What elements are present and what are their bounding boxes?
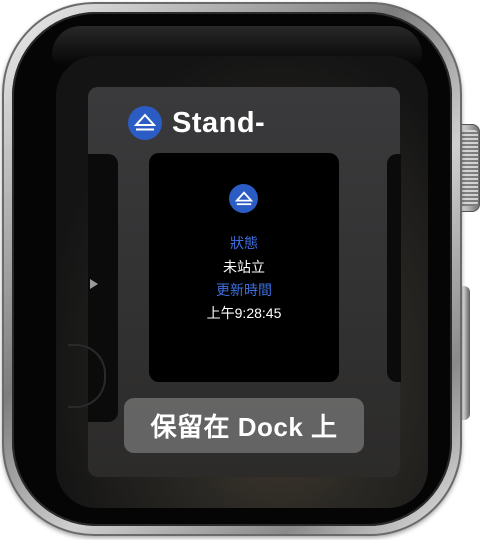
- watch-case: Stand- 狀態 未站立 更新時間 上午9:28:45 保留在 Dock 上: [2, 2, 462, 536]
- keep-in-dock-button[interactable]: 保留在 Dock 上: [124, 398, 364, 453]
- status-label: 狀態: [230, 235, 258, 251]
- app-header: Stand-: [128, 103, 265, 143]
- next-app-card[interactable]: [387, 154, 401, 382]
- updated-label: 更新時間: [216, 282, 272, 298]
- stand-eject-icon: [128, 106, 162, 140]
- updated-time: 上午9:28:45: [206, 305, 282, 321]
- app-snapshot-card[interactable]: 狀態 未站立 更新時間 上午9:28:45: [149, 153, 339, 382]
- stand-eject-icon-small: [229, 184, 258, 213]
- watch-bezel: Stand- 狀態 未站立 更新時間 上午9:28:45 保留在 Dock 上: [12, 12, 452, 526]
- app-title: Stand-: [172, 106, 266, 139]
- play-arrow-icon: [90, 279, 98, 289]
- watch-stage: Stand- 狀態 未站立 更新時間 上午9:28:45 保留在 Dock 上: [0, 0, 484, 540]
- status-value: 未站立: [223, 259, 265, 275]
- watch-screen: Stand- 狀態 未站立 更新時間 上午9:28:45 保留在 Dock 上: [56, 56, 428, 508]
